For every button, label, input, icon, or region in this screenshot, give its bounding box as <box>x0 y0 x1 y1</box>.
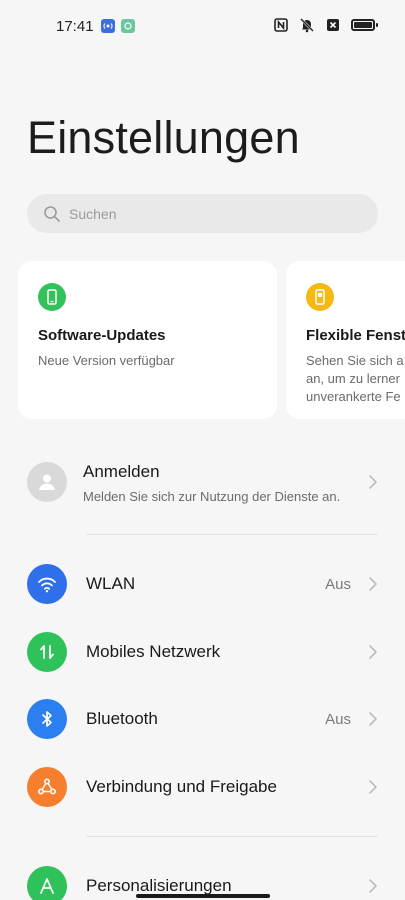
search-placeholder: Suchen <box>69 205 117 222</box>
phone-update-icon <box>38 283 66 311</box>
divider <box>86 836 378 837</box>
settings-item-value: Aus <box>325 576 351 593</box>
silent-mode-icon <box>299 17 315 33</box>
search-icon <box>43 205 61 223</box>
battery-icon <box>351 19 378 31</box>
card-title: Flexible Fenst <box>306 327 405 344</box>
account-sign-in[interactable]: Anmelden Melden Sie sich zur Nutzung der… <box>27 458 378 508</box>
chevron-right-icon <box>368 474 378 490</box>
divider <box>86 534 378 535</box>
status-bar: 17:41 <box>0 0 405 54</box>
account-title: Anmelden <box>83 462 160 481</box>
bluetooth-icon <box>27 699 67 739</box>
notification-icons <box>101 19 135 33</box>
settings-item-connection-sharing[interactable]: Verbindung und Freigabe <box>27 767 378 815</box>
card-description: Sehen Sie sich a an, um zu lerner unvera… <box>306 353 404 404</box>
no-sim-icon <box>325 17 341 33</box>
software-updates-card[interactable]: Software-Updates Neue Version verfügbar <box>18 261 277 419</box>
settings-item-label: WLAN <box>86 574 136 593</box>
search-input[interactable]: Suchen <box>27 194 378 233</box>
chevron-right-icon <box>368 711 378 727</box>
chevron-right-icon <box>368 878 378 894</box>
system-icons <box>273 17 378 33</box>
app-notification-icon <box>121 19 135 33</box>
card-title: Software-Updates <box>38 327 166 344</box>
avatar <box>27 462 67 502</box>
chevron-right-icon <box>368 779 378 795</box>
suggestion-cards: Software-Updates Neue Version verfügbar … <box>18 261 405 419</box>
personalization-icon <box>27 866 67 900</box>
card-description: Neue Version verfügbar <box>38 353 175 368</box>
settings-item-value: Aus <box>325 711 351 728</box>
account-subtitle: Melden Sie sich zur Nutzung der Dienste … <box>83 489 341 504</box>
chevron-right-icon <box>368 644 378 660</box>
settings-item-label: Personalisierungen <box>86 876 232 895</box>
flexible-windows-card[interactable]: Flexible Fenst Sehen Sie sich a an, um z… <box>286 261 405 419</box>
mobile-data-icon <box>27 632 67 672</box>
settings-item-bluetooth[interactable]: Bluetooth Aus <box>27 699 378 747</box>
settings-item-label: Verbindung und Freigabe <box>86 777 277 796</box>
settings-item-label: Bluetooth <box>86 709 158 728</box>
flexible-window-icon <box>306 283 334 311</box>
settings-item-label: Mobiles Netzwerk <box>86 642 221 661</box>
settings-item-mobile-network[interactable]: Mobiles Netzwerk <box>27 632 378 680</box>
chevron-right-icon <box>368 576 378 592</box>
settings-item-wlan[interactable]: WLAN Aus <box>27 564 378 612</box>
cast-notification-icon <box>101 19 115 33</box>
share-icon <box>27 767 67 807</box>
nfc-icon <box>273 17 289 33</box>
status-time: 17:41 <box>56 18 94 35</box>
home-indicator[interactable] <box>136 894 270 898</box>
wifi-icon <box>27 564 67 604</box>
page-title: Einstellungen <box>27 112 300 163</box>
